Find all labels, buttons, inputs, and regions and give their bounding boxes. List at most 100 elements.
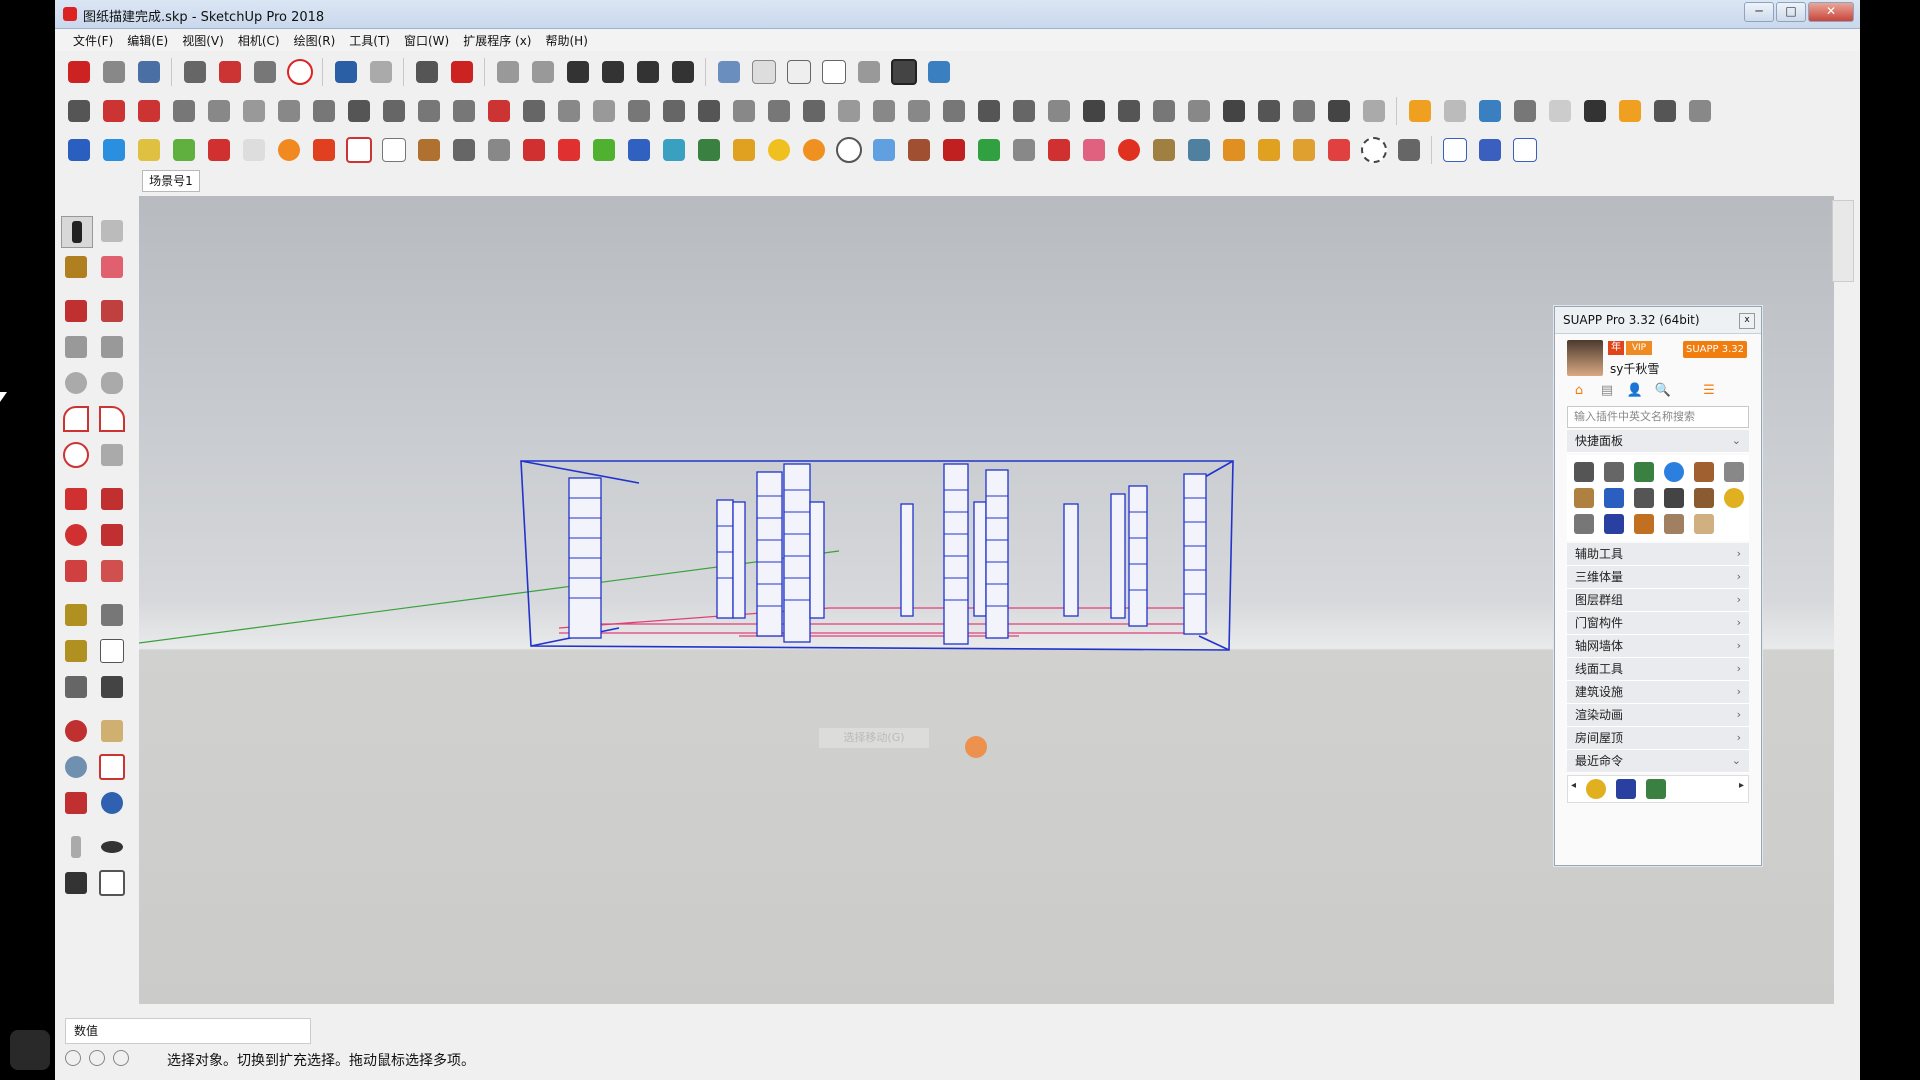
eraser-tool[interactable]: [97, 252, 127, 282]
suapp-tool-2[interactable]: [98, 96, 129, 127]
scroll-right-button[interactable]: ▸: [1739, 780, 1744, 791]
suapp-tool-b32[interactable]: [1148, 135, 1179, 166]
circle-tool[interactable]: [61, 368, 91, 398]
wireframe-button[interactable]: [783, 57, 814, 88]
pie-tool[interactable]: [97, 440, 127, 470]
maximize-button[interactable]: □: [1776, 2, 1806, 22]
version-badge[interactable]: SUAPP 3.32: [1683, 341, 1747, 358]
rotated-rectangle-tool[interactable]: [97, 332, 127, 362]
suapp-tool-17[interactable]: [623, 96, 654, 127]
suapp-tool-b17[interactable]: [623, 135, 654, 166]
cloud-button[interactable]: [1474, 96, 1505, 127]
suapp-tool-b6[interactable]: [238, 135, 269, 166]
scroll-left-button[interactable]: ◂: [1571, 780, 1576, 791]
zoom-extents-tool[interactable]: [61, 788, 91, 818]
suapp-tool-b18[interactable]: [658, 135, 689, 166]
avatar[interactable]: [1567, 340, 1603, 376]
info-icon[interactable]: [89, 1050, 105, 1066]
suapp-tool-26[interactable]: [938, 96, 969, 127]
freehand-tool[interactable]: [97, 296, 127, 326]
look-around-tool[interactable]: [97, 832, 127, 862]
quick-icon-7[interactable]: [1574, 488, 1594, 508]
suapp-tool-b8[interactable]: [308, 135, 339, 166]
sound-button[interactable]: [1684, 96, 1715, 127]
suapp-tool-31[interactable]: [1113, 96, 1144, 127]
suapp-close-button[interactable]: x: [1739, 313, 1755, 329]
quick-panel-row[interactable]: 快捷面板 ⌄: [1567, 430, 1749, 453]
suapp-tool-b20[interactable]: [728, 135, 759, 166]
cut-button[interactable]: [179, 57, 210, 88]
suapp-tool-22[interactable]: [798, 96, 829, 127]
suapp-tool-5[interactable]: [203, 96, 234, 127]
suapp-tool-b29[interactable]: [1043, 135, 1074, 166]
three-point-arc-tool[interactable]: [61, 440, 91, 470]
suapp-tool-10[interactable]: [378, 96, 409, 127]
suapp-tool-b16[interactable]: [588, 135, 619, 166]
suapp-tool-27[interactable]: [973, 96, 1004, 127]
suapp-tool-23[interactable]: [833, 96, 864, 127]
suapp-tool-14[interactable]: [518, 96, 549, 127]
suapp-tool-18[interactable]: [658, 96, 689, 127]
suapp-tool-b35[interactable]: [1253, 135, 1284, 166]
polygon-tool[interactable]: [97, 368, 127, 398]
suapp-tool-7[interactable]: [273, 96, 304, 127]
print-button[interactable]: [411, 57, 442, 88]
minimize-button[interactable]: ─: [1744, 2, 1774, 22]
suapp-tool-30[interactable]: [1078, 96, 1109, 127]
selection-bounding-box[interactable]: [520, 460, 1234, 651]
suapp-tool-38[interactable]: [1358, 96, 1389, 127]
quick-icon-11[interactable]: [1694, 488, 1714, 508]
suapp-tool-4[interactable]: [168, 96, 199, 127]
rotate-tool[interactable]: [61, 520, 91, 550]
close-button[interactable]: ✕: [1808, 2, 1854, 22]
suapp-tool-b3[interactable]: [133, 135, 164, 166]
shaded-textures-button[interactable]: [888, 57, 919, 88]
suapp-tool-b10[interactable]: [378, 135, 409, 166]
suapp-tool-29[interactable]: [1043, 96, 1074, 127]
undo-button[interactable]: [330, 57, 361, 88]
geolocation-icon[interactable]: [65, 1050, 81, 1066]
quick-icon-15[interactable]: [1634, 514, 1654, 534]
suapp-tool-20[interactable]: [728, 96, 759, 127]
category-aux-tools[interactable]: 辅助工具 ›: [1567, 543, 1749, 566]
suapp-tool-b21[interactable]: [763, 135, 794, 166]
menu-file[interactable]: 文件(F): [67, 29, 119, 51]
suapp-tool-b37[interactable]: [1323, 135, 1354, 166]
tab-search[interactable]: 🔍: [1653, 382, 1673, 400]
suapp-tool-b27[interactable]: [973, 135, 1004, 166]
push-pull-tool[interactable]: [97, 484, 127, 514]
protractor-tool[interactable]: [61, 636, 91, 666]
model-info-button[interactable]: [446, 57, 477, 88]
quick-icon-10[interactable]: [1664, 488, 1684, 508]
zoom-window-tool[interactable]: [97, 752, 127, 782]
3d-text-tool[interactable]: [97, 672, 127, 702]
menu-draw[interactable]: 绘图(R): [288, 29, 342, 51]
make-component-tool[interactable]: [97, 216, 127, 246]
xray-button[interactable]: [713, 57, 744, 88]
back-edges-button[interactable]: [748, 57, 779, 88]
monochrome-button[interactable]: [923, 57, 954, 88]
position-camera-tool[interactable]: [61, 832, 91, 862]
suapp-tool-b22[interactable]: [798, 135, 829, 166]
render-button[interactable]: [1649, 96, 1680, 127]
new-file-button[interactable]: [63, 57, 94, 88]
text-tool[interactable]: [97, 636, 127, 666]
two-point-arc-tool[interactable]: [97, 404, 127, 434]
paste-button[interactable]: [249, 57, 280, 88]
suapp-tool-28[interactable]: [1008, 96, 1039, 127]
menu-extensions[interactable]: 扩展程序 (x): [457, 29, 537, 51]
walk-tool[interactable]: [61, 868, 91, 898]
suapp-logo-button[interactable]: [1404, 96, 1435, 127]
quick-icon-13[interactable]: [1574, 514, 1594, 534]
suapp-tool-b24[interactable]: [868, 135, 899, 166]
suapp-tool-37[interactable]: [1323, 96, 1354, 127]
menu-camera[interactable]: 相机(C): [232, 29, 286, 51]
menu-window[interactable]: 窗口(W): [398, 29, 455, 51]
suapp-tool-13[interactable]: [483, 96, 514, 127]
suapp-tool-1[interactable]: [63, 96, 94, 127]
suapp-tool-25[interactable]: [903, 96, 934, 127]
suapp-tool-11[interactable]: [413, 96, 444, 127]
quick-icon-6[interactable]: [1724, 462, 1744, 482]
recent-command-2[interactable]: [1616, 779, 1636, 799]
erase-button[interactable]: [284, 57, 315, 88]
